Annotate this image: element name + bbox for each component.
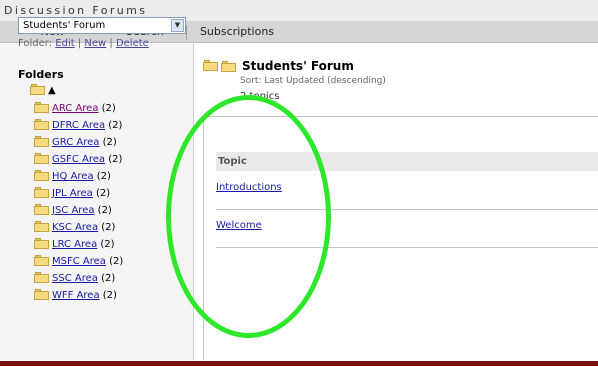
sort-info[interactable]: Sort: Last Updated (descending) [240,76,386,86]
folder-count: (2) [100,239,115,250]
new-folder-link[interactable]: New [84,38,106,49]
folder-link-dfrc[interactable]: DFRC Area [52,120,105,131]
folder-count: (2) [109,256,124,267]
folder-count: (2) [102,137,117,148]
folder-icon [34,136,49,147]
folder-icon [34,238,49,249]
folder-count: (2) [102,290,117,301]
folder-actions-label: Folder: [18,38,53,49]
folder-count: (2) [95,188,111,199]
root-folder[interactable]: ▲ [30,84,56,96]
folder-item[interactable]: JPL Area (2) [34,187,123,204]
folder-icon [34,255,49,266]
folder-actions: Folder: Edit | New | Delete [18,38,149,49]
folder-item[interactable]: HQ Area (2) [34,170,123,187]
subscriptions-button[interactable]: Subscriptions [192,22,282,42]
folder-link-ksc[interactable]: KSC Area [52,222,98,233]
folder-item[interactable]: WFF Area (2) [34,289,123,306]
separator: | [106,38,116,49]
folder-item[interactable]: DFRC Area (2) [34,119,123,136]
folder-link-ssc[interactable]: SSC Area [52,273,98,284]
topic-link-welcome[interactable]: Welcome [216,220,262,231]
folder-count: (2) [108,154,123,165]
topic-count: 2 topics [240,91,280,102]
topic-column-header[interactable]: Topic [216,152,598,171]
folder-icon [34,170,49,181]
folder-item[interactable]: GSFC Area (2) [34,153,123,170]
folder-list: ARC Area (2) DFRC Area (2) GRC Area (2) … [34,102,123,306]
folder-link-wff[interactable]: WFF Area [52,290,100,301]
folder-link-arc[interactable]: ARC Area [52,103,98,114]
up-arrow-icon[interactable]: ▲ [48,85,56,96]
forum-select[interactable]: Students' Forum ▼ [18,17,186,34]
forum-title-text: Students' Forum [242,59,354,73]
folder-item[interactable]: JSC Area (2) [34,204,123,221]
folder-icon [34,153,49,164]
folder-item[interactable]: LRC Area (2) [34,238,123,255]
folder-link-grc[interactable]: GRC Area [52,137,99,148]
folder-count: (2) [97,205,112,216]
folders-heading: Folders [18,68,64,81]
folder-icon [34,204,49,215]
folder-icon [221,61,236,72]
folder-icon [30,84,45,95]
topic-link-introductions[interactable]: Introductions [216,182,282,193]
folder-icon [34,102,49,113]
app-title: Discussion Forums [4,4,148,17]
folder-count: (2) [101,222,116,233]
folder-icon [34,289,49,300]
table-row: Introductions [216,172,598,210]
folder-link-lrc[interactable]: LRC Area [52,239,97,250]
folder-link-hq[interactable]: HQ Area [52,171,94,182]
folder-icon [34,119,49,130]
table-row: Welcome [216,210,598,248]
folder-item[interactable]: MSFC Area (2) [34,255,123,272]
folder-count: (2) [108,120,123,131]
folder-icon [34,187,49,198]
folder-icon [34,221,49,232]
folder-link-jpl[interactable]: JPL Area [52,188,93,199]
folder-link-jsc[interactable]: JSC Area [52,205,94,216]
separator: | [74,38,85,49]
folder-icon [203,60,218,71]
folder-link-gsfc[interactable]: GSFC Area [52,154,105,165]
delete-folder-link[interactable]: Delete [116,38,149,49]
folder-item[interactable]: ARC Area (2) [34,102,123,119]
folder-count: (2) [101,273,116,284]
chevron-down-icon[interactable]: ▼ [171,19,184,32]
folder-icon [34,272,49,283]
bottom-border [0,361,598,366]
folder-item[interactable]: SSC Area (2) [34,272,123,289]
folder-item[interactable]: KSC Area (2) [34,221,123,238]
edit-folder-link[interactable]: Edit [55,38,74,49]
forum-title: Students' Forum [221,59,354,73]
folder-link-msfc[interactable]: MSFC Area [52,256,106,267]
toolbar-separator [186,25,187,40]
folder-count: (2) [96,171,111,182]
folder-count: (2) [101,103,116,114]
forum-select-value: Students' Forum [23,20,106,31]
folder-item[interactable]: GRC Area (2) [34,136,123,153]
